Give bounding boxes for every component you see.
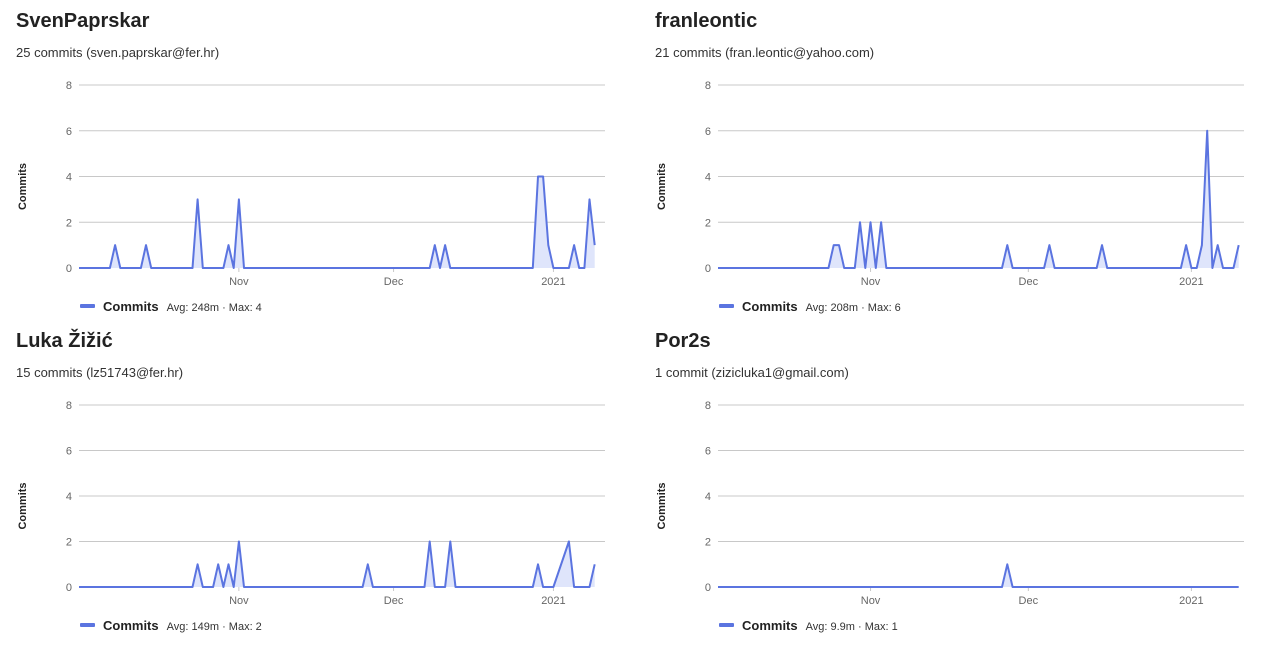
commits-chart: 0 2 4 6 8 Nov Dec 2021 Commits Commits Avg: 9.9m ·…: [656, 400, 1244, 633]
legend-stats: Avg: 9.9m · Max: 1: [806, 621, 898, 633]
y-axis-title: Commits: [656, 163, 668, 210]
legend-stats: Avg: 248m · Max: 4: [167, 302, 262, 314]
y-tick-label: 6: [66, 446, 72, 458]
y-axis-title: Commits: [656, 482, 668, 529]
series-line-commits: [79, 540, 596, 588]
series-line-commits: [718, 129, 1240, 269]
legend-stats: Avg: 208m · Max: 6: [806, 302, 901, 314]
y-tick-label: 0: [66, 582, 72, 594]
contributor-panel-luka-zizic: Luka Žižić 15 commits (lz51743@fer.hr) 0…: [0, 320, 639, 640]
y-tick-label: 4: [705, 172, 711, 184]
commits-chart: 0 2 4 6 8 Nov Dec 2021 Commits Commits Avg: 208m ·…: [656, 80, 1244, 314]
x-tick-label: 2021: [1179, 595, 1203, 607]
x-tick-label: 2021: [1179, 276, 1203, 288]
legend-label[interactable]: Commits: [103, 618, 159, 633]
y-tick-label: 2: [66, 537, 72, 549]
contributor-panel-svenpaprskar: SvenPaprskar 25 commits (sven.paprskar@f…: [0, 0, 639, 320]
contributor-panel-franleontic: franleontic 21 commits (fran.leontic@yah…: [639, 0, 1271, 320]
legend-label[interactable]: Commits: [742, 299, 798, 314]
legend-swatch[interactable]: [80, 304, 95, 308]
x-tick-label: 2021: [541, 595, 565, 607]
y-tick-label: 6: [705, 446, 711, 458]
y-tick-label: 8: [66, 400, 72, 412]
y-tick-label: 0: [66, 263, 72, 275]
y-tick-label: 8: [705, 400, 711, 412]
x-tick-label: Nov: [861, 276, 881, 288]
y-tick-label: 4: [66, 491, 72, 503]
x-tick-label: Dec: [384, 595, 404, 607]
legend-label[interactable]: Commits: [103, 299, 159, 314]
y-tick-label: 6: [66, 126, 72, 138]
commits-chart: 0 2 4 6 8 Nov Dec 2021 Commits Commits Avg: 149m ·…: [17, 400, 605, 633]
y-tick-label: 0: [705, 582, 711, 594]
y-tick-label: 4: [66, 172, 72, 184]
legend-swatch[interactable]: [719, 304, 734, 308]
x-tick-label: Dec: [1019, 595, 1039, 607]
legend-label[interactable]: Commits: [742, 618, 798, 633]
y-axis-title: Commits: [17, 163, 29, 210]
x-tick-label: Nov: [229, 276, 249, 288]
legend-stats: Avg: 149m · Max: 2: [167, 621, 262, 633]
series-line-commits: [718, 563, 1239, 588]
y-tick-label: 6: [705, 126, 711, 138]
x-tick-label: Dec: [384, 276, 404, 288]
series-area-commits: [718, 130, 1239, 268]
x-tick-label: Nov: [861, 595, 881, 607]
y-axis-title: Commits: [17, 482, 29, 529]
y-tick-label: 2: [705, 537, 711, 549]
y-tick-label: 8: [705, 80, 711, 92]
commits-chart: 0 2 4 6 8 Nov Dec 2021 Commits Commits Avg: 248m ·…: [17, 80, 605, 314]
y-tick-label: 8: [66, 80, 72, 92]
y-tick-label: 4: [705, 491, 711, 503]
legend-swatch[interactable]: [719, 623, 734, 627]
legend-swatch[interactable]: [80, 623, 95, 627]
x-tick-label: Dec: [1019, 276, 1039, 288]
x-tick-label: Nov: [229, 595, 249, 607]
contributor-panel-por2s: Por2s 1 commit (zizicluka1@gmail.com) 02…: [639, 320, 1271, 640]
x-tick-label: 2021: [541, 276, 565, 288]
y-tick-label: 2: [705, 217, 711, 229]
series-area-commits: [718, 564, 1239, 587]
y-tick-label: 0: [705, 263, 711, 275]
series-area-commits: [79, 541, 595, 587]
y-tick-label: 2: [66, 217, 72, 229]
